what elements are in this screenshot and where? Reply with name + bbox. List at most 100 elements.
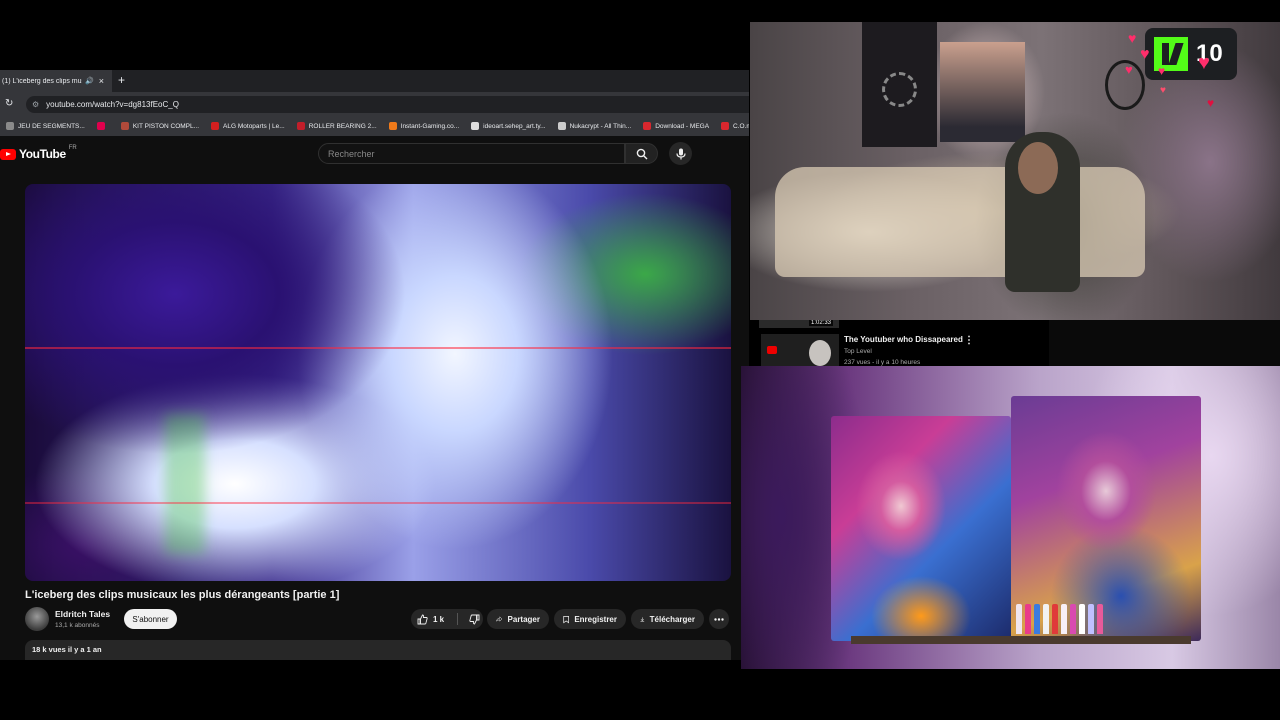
new-tab-button[interactable]: + [118,73,125,87]
video-title: L'iceberg des clips musicaux les plus dé… [25,589,340,601]
recommendation-strip: 1:02:33 The Youtuber who Dissapeared ⋮ T… [749,320,1280,366]
bookmark-item[interactable]: Nukacrypt - All Thin... [557,122,632,130]
download-label: Télécharger [649,614,695,624]
reload-icon[interactable]: ↻ [5,98,13,109]
tab-title: (1) L'iceberg des clips musicaux [2,77,82,85]
thumbnail-face [809,340,831,366]
like-separator [457,613,459,625]
bookmark-item[interactable] [96,122,109,130]
heart-icon: ♥ [1158,64,1166,78]
bookmark-label: Nukacrypt - All Thin... [569,122,632,130]
site-info-icon[interactable]: ⚙ [32,100,39,109]
art-camera-feed [741,366,1280,669]
download-button[interactable]: Télécharger [631,609,704,629]
recommended-channel[interactable]: Top Level [844,348,872,355]
bookmark-label: ideoart.sehep_art.ty... [483,122,546,130]
url-text: youtube.com/watch?v=dg813fEoC_Q [46,100,179,109]
video-player[interactable] [25,184,731,581]
bookmark-icon [563,615,569,623]
bookmark-label: Instant-Gaming.co... [400,122,460,130]
bookmark-label: ROLLER BEARING 2... [308,122,377,130]
recommended-video-title[interactable]: The Youtuber who Dissapeared [844,335,963,344]
bookmark-favicon-icon [721,122,730,130]
bookmark-item[interactable]: ALG Motoparts | Le... [211,122,285,130]
heart-icon: ♥ [1207,96,1215,110]
description-box[interactable]: 18 k vues il y a 1 an [25,640,731,660]
microphone-icon [675,148,686,159]
dislike-button[interactable] [463,614,480,625]
bookmark-favicon-icon [96,122,105,130]
browser-toolbar: ↻ ⚙ youtube.com/watch?v=dg813fEoC_Q [0,92,749,116]
share-label: Partager [507,614,540,624]
download-icon [640,616,645,622]
bookmark-label: KIT PISTON COMPL... [132,122,200,130]
tab-youtube[interactable]: (1) L'iceberg des clips musicaux 🔊 × [0,70,112,92]
close-tab-icon[interactable]: × [99,76,104,86]
save-button[interactable]: Enregistrer [554,609,626,629]
streamer-head [1018,142,1058,194]
bookmark-label: JEU DE SEGMENTS... [18,122,85,130]
video-frame-glitch [165,414,205,554]
region-code: FR [68,145,77,151]
heart-icon: ♥ [1125,62,1133,77]
youtube-wordmark: YouTube [19,147,66,161]
bookmark-item[interactable]: Download - MEGA [643,122,709,130]
youtube-logo[interactable]: YouTube FR [0,145,77,161]
bookmark-favicon-icon [6,122,14,130]
search-input[interactable]: Rechercher [318,143,625,164]
sofa [775,167,1145,277]
like-dislike-group: 1 k [411,609,483,629]
search-button[interactable] [625,143,658,164]
bookmark-favicon-icon [388,122,397,130]
views-and-date: 18 k vues il y a 1 an [32,645,102,654]
search-icon [636,148,647,159]
like-button[interactable]: 1 k [411,609,444,629]
video-frame-glitch [25,502,731,504]
like-count: 1 k [433,614,445,624]
heart-icon: ♥ [1198,52,1210,74]
voice-search-button[interactable] [669,142,692,165]
bookmark-favicon-icon [120,122,129,130]
heart-icon: ♥ [1128,30,1137,46]
browser-window: (1) L'iceberg des clips musicaux 🔊 × + ↻… [0,70,749,660]
share-button[interactable]: Partager [487,609,549,629]
bookmark-label: ALG Motoparts | Le... [223,122,285,130]
video-thumbnail[interactable] [761,334,839,366]
thumbs-up-icon [417,614,428,624]
youtube-play-icon [767,346,777,354]
address-bar[interactable]: ⚙ youtube.com/watch?v=dg813fEoC_Q [26,96,749,113]
bookmark-item[interactable]: C.O.m [721,122,749,130]
youtube-play-icon [0,148,16,160]
share-icon [496,616,503,622]
thumbs-down-icon [469,614,480,624]
video-frame-glitch [25,347,731,349]
bookmark-item[interactable]: Instant-Gaming.co... [388,122,460,130]
bookmark-item[interactable]: ideoart.sehep_art.ty... [471,122,546,130]
painting-canvas [831,416,1011,641]
channel-avatar[interactable] [25,607,49,631]
speaker-icon[interactable]: 🔊 [85,77,94,85]
save-label: Enregistrer [574,614,617,624]
more-horizontal-icon [714,617,724,621]
spiral-decoration [882,72,917,107]
bookmark-favicon-icon [211,122,220,130]
more-vertical-icon[interactable]: ⋮ [964,335,974,346]
bookmark-favicon-icon [643,122,652,130]
bookmark-favicon-icon [557,122,566,130]
wall-poster [940,42,1025,142]
wall-poster [862,22,937,147]
subscriber-count: 13,1 k abonnés [55,622,100,629]
bookmark-item[interactable]: ROLLER BEARING 2... [296,122,377,130]
bookmark-item[interactable]: KIT PISTON COMPL... [120,122,200,130]
bookmark-item[interactable]: JEU DE SEGMENTS... [6,122,85,130]
bookmark-favicon-icon [471,122,480,130]
channel-name[interactable]: Eldritch Tales [55,609,110,619]
subscribe-button[interactable]: S'abonner [124,609,177,629]
bookmark-label: Download - MEGA [655,122,710,130]
more-actions-button[interactable] [709,609,729,629]
youtube-header: YouTube FR Rechercher [0,136,749,172]
bookmark-favicon-icon [296,122,305,130]
recommendation-background [1049,320,1280,366]
tab-bar: (1) L'iceberg des clips musicaux 🔊 × + [0,70,749,92]
heart-icon: ♥ [1160,85,1166,96]
